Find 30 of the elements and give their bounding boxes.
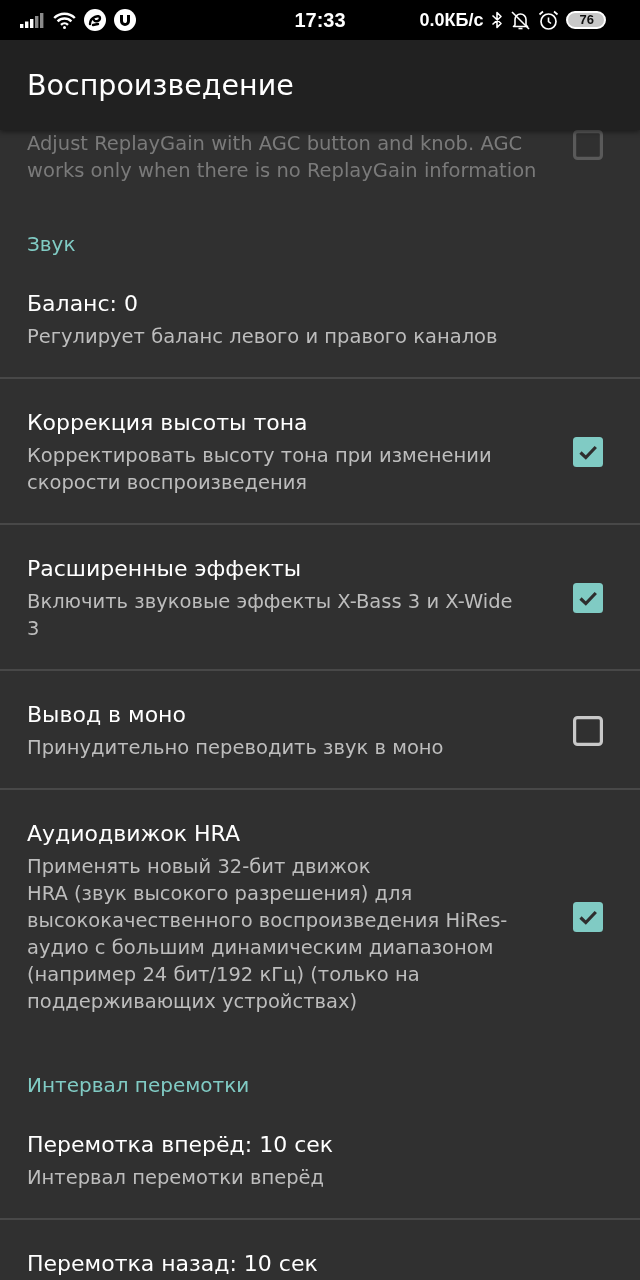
checkbox[interactable] (573, 583, 603, 613)
bell-off-icon (509, 9, 531, 31)
checkbox[interactable] (573, 902, 603, 932)
setting-title[interactable]: Баланс: 0 (27, 289, 603, 319)
section-header: Звук (26, 231, 77, 258)
u-shape-circle-icon (114, 9, 136, 31)
wifi-icon (53, 11, 76, 29)
status-time: 17:33 (294, 8, 346, 32)
setting-description: Применять новый 32-бит движок HRA (звук высокого разрешения) для высококачественного воспроизведения HiRes-аудио с большим динамическим диапазоном (например 24 бит/192 кГц) (только на поддерживающих устройствах) (27, 854, 509, 1015)
setting-title[interactable]: Коррекция высоты тона (27, 408, 525, 438)
swirl-circle-icon (84, 9, 106, 31)
setting-title[interactable]: Расширенные эффекты (27, 554, 525, 584)
alarm-clock-icon (537, 9, 559, 31)
network-speed: 0.0КБ/с (419, 9, 484, 31)
setting-title[interactable]: Аудиодвижок HRA (27, 819, 525, 849)
signal-icon (20, 12, 45, 28)
bluetooth-icon (490, 10, 503, 30)
setting-description: Принудительно переводить звук в моно (27, 735, 445, 761)
setting-title[interactable]: Вывод в моно (27, 700, 525, 730)
battery-indicator: 76 (565, 11, 606, 29)
setting-description: Регулирует баланс левого и правого каналов (27, 324, 499, 350)
setting-title[interactable]: Перемотка назад: 10 сек (27, 1249, 603, 1279)
screen-title: Воспроизведение (27, 68, 294, 102)
setting-description: Adjust ReplayGain with AGC button and knob. AGC works only when there is no ReplayGain information (27, 131, 538, 184)
setting-description: Интервал перемотки вперёд (27, 1165, 326, 1191)
checkbox[interactable] (573, 437, 603, 467)
setting-title[interactable]: Перемотка вперёд: 10 сек (27, 1130, 603, 1160)
section-header: Интервал перемотки (26, 1072, 251, 1099)
setting-description: Включить звуковые эффекты X-Bass 3 и X-Wide 3 (27, 589, 514, 642)
setting-description: Корректировать высоту тона при изменении скорости воспроизведения (27, 443, 493, 496)
